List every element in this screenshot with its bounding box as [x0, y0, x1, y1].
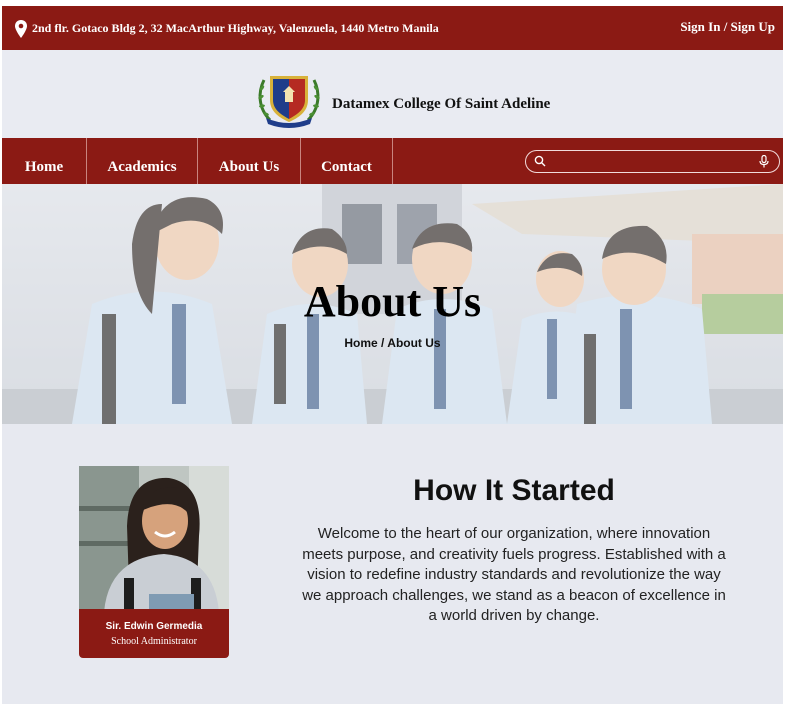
sign-in-sign-up-link[interactable]: Sign In / Sign Up — [680, 19, 775, 35]
nav-home[interactable]: Home — [2, 138, 87, 184]
breadcrumb[interactable]: Home / About Us — [2, 336, 783, 350]
administrator-role: School Administrator — [111, 636, 197, 647]
school-name[interactable]: Datamex College Of Saint Adeline — [332, 96, 550, 113]
header-brand: Datamex College Of Saint Adeline — [2, 50, 783, 138]
administrator-card: Sir. Edwin Germedia School Administrator — [79, 466, 229, 658]
address-text: 2nd flr. Gotaco Bldg 2, 32 MacArthur Hig… — [32, 21, 439, 35]
school-crest-logo[interactable] — [256, 70, 322, 128]
section-body: Welcome to the heart of our organization… — [302, 525, 726, 624]
administrator-name: Sir. Edwin Germedia — [105, 621, 203, 632]
main-nav: Home Academics About Us Contact — [2, 138, 783, 184]
page-title: About Us — [303, 277, 482, 326]
nav-home-label: Home — [24, 158, 64, 175]
search-icon[interactable] — [534, 155, 546, 167]
top-bar: 2nd flr. Gotaco Bldg 2, 32 MacArthur Hig… — [2, 6, 783, 50]
microphone-icon[interactable] — [759, 155, 769, 168]
search-input[interactable] — [525, 150, 780, 173]
hero-banner: About Us Home / About Us — [2, 184, 783, 424]
map-pin-icon — [15, 20, 27, 38]
nav-about-us-label: About Us — [218, 158, 280, 175]
nav-academics-label: Academics — [107, 158, 177, 175]
nav-contact[interactable]: Contact — [301, 138, 393, 184]
nav-contact-label: Contact — [321, 158, 372, 175]
nav-about-us[interactable]: About Us — [198, 138, 301, 184]
page: 2nd flr. Gotaco Bldg 2, 32 MacArthur Hig… — [2, 6, 783, 704]
administrator-caption: Sir. Edwin Germedia School Administrator — [79, 609, 229, 658]
administrator-photo — [79, 466, 229, 612]
nav-academics[interactable]: Academics — [87, 138, 198, 184]
section-title: How It Started — [413, 474, 615, 507]
